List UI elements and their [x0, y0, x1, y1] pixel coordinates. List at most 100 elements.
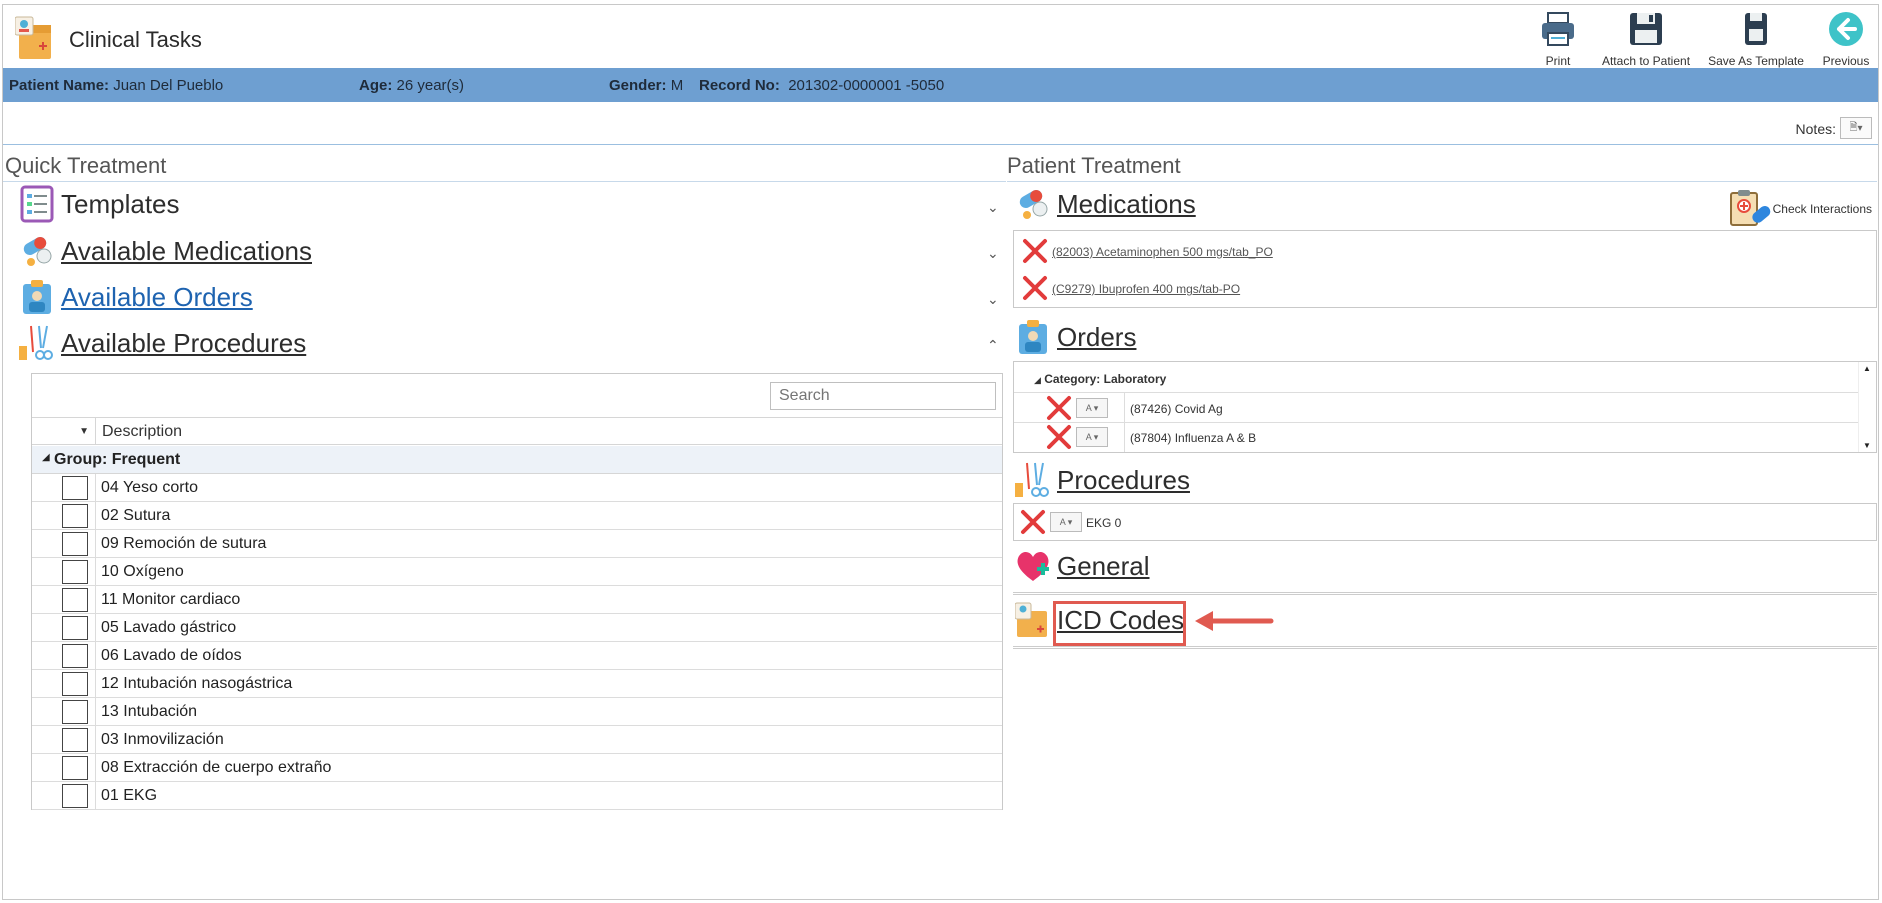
- table-row[interactable]: 12 Intubación nasogástrica: [32, 670, 1002, 698]
- notes-dropdown[interactable]: 🗎 ▾: [1840, 117, 1872, 139]
- templates-chevron-down-icon[interactable]: ⌄: [987, 199, 999, 216]
- procedures-chevron-up-icon[interactable]: ⌃: [987, 337, 999, 354]
- table-row[interactable]: 11 Monitor cardiaco: [32, 586, 1002, 614]
- row-description: 05 Lavado gástrico: [101, 619, 237, 636]
- templates-section[interactable]: Templates: [19, 185, 180, 223]
- order-divider: [1014, 392, 1858, 393]
- patient-treatment-title: Patient Treatment: [1007, 153, 1181, 178]
- patient-age: Age: 26 year(s): [359, 77, 464, 94]
- order-category-label: Category: Laboratory: [1044, 372, 1167, 386]
- patient-gender-value: M: [670, 77, 684, 94]
- delete-x-icon[interactable]: [1020, 509, 1046, 535]
- template-disk-icon: [1745, 13, 1767, 45]
- row-checkbox[interactable]: [62, 672, 88, 696]
- medications-list: (82003) Acetaminophen 500 mgs/tab_PO (C9…: [1013, 230, 1877, 308]
- print-label: Print: [1545, 54, 1571, 68]
- delete-x-icon[interactable]: [1022, 238, 1048, 264]
- available-orders-label: Available Orders: [61, 281, 253, 312]
- medication-link[interactable]: (82003) Acetaminophen 500 mgs/tab_PO: [1052, 245, 1273, 259]
- row-description: 13 Intubación: [101, 703, 198, 720]
- table-row[interactable]: 13 Intubación: [32, 698, 1002, 726]
- attach-label: Attach to Patient: [1601, 54, 1691, 68]
- row-checkbox[interactable]: [62, 756, 88, 780]
- patient-record: Record No: 201302-0000001 -5050: [699, 77, 944, 94]
- save-template-label: Save As Template: [1708, 54, 1804, 68]
- table-row[interactable]: 09 Remoción de sutura: [32, 530, 1002, 558]
- note-icon: 🗎: [1849, 121, 1858, 133]
- search-input[interactable]: [770, 382, 996, 410]
- patient-age-value: 26 year(s): [396, 77, 465, 94]
- procedure-item: EKG 0: [1086, 516, 1122, 530]
- medications-chevron-down-icon[interactable]: ⌄: [987, 245, 999, 262]
- note-dropdown[interactable]: A ▾: [1050, 512, 1082, 532]
- check-cell: [32, 558, 96, 585]
- icd-codes-icon: [1015, 602, 1047, 637]
- group-label: Group: Frequent: [54, 451, 181, 468]
- row-checkbox[interactable]: [62, 588, 88, 612]
- scroll-up-icon[interactable]: ▲: [1863, 364, 1871, 373]
- available-orders-section[interactable]: Available Orders: [19, 278, 253, 316]
- notes-label: Notes:: [1795, 121, 1836, 137]
- check-cell: [32, 698, 96, 725]
- left-divider: [3, 181, 1006, 182]
- row-checkbox[interactable]: [62, 784, 88, 808]
- previous-button[interactable]: Previous: [1818, 9, 1874, 68]
- table-row[interactable]: 02 Sutura: [32, 502, 1002, 530]
- medication-link[interactable]: (C9279) Ibuprofen 400 mgs/tab-PO: [1052, 282, 1240, 296]
- check-interactions-button[interactable]: Check Interactions: [1729, 189, 1872, 229]
- row-checkbox[interactable]: [62, 476, 88, 500]
- row-checkbox[interactable]: [62, 532, 88, 556]
- general-divider: [1013, 592, 1877, 595]
- procedures-section[interactable]: Procedures: [1015, 461, 1190, 499]
- orders-chevron-down-icon[interactable]: ⌄: [987, 291, 999, 308]
- row-checkbox[interactable]: [62, 504, 88, 528]
- delete-x-icon[interactable]: [1046, 424, 1072, 450]
- print-button[interactable]: Print: [1528, 9, 1588, 68]
- order-category[interactable]: ◢ Category: Laboratory: [1034, 372, 1166, 386]
- delete-x-icon[interactable]: [1022, 275, 1048, 301]
- surgical-tools-icon: [1015, 462, 1049, 497]
- general-section[interactable]: General: [1015, 547, 1150, 585]
- available-procedures-section[interactable]: Available Procedures: [19, 324, 306, 362]
- table-row[interactable]: 03 Inmovilización: [32, 726, 1002, 754]
- available-medications-section[interactable]: Available Medications: [19, 232, 312, 270]
- scroll-down-icon[interactable]: ▼: [1863, 441, 1871, 450]
- note-dropdown[interactable]: A ▾: [1076, 398, 1108, 418]
- note-dropdown[interactable]: A ▾: [1076, 427, 1108, 447]
- description-column-header[interactable]: Description: [102, 423, 182, 441]
- row-checkbox[interactable]: [62, 728, 88, 752]
- save-as-template-button[interactable]: Save As Template: [1704, 9, 1808, 68]
- check-cell: [32, 726, 96, 753]
- attach-to-patient-button[interactable]: Attach to Patient: [1598, 9, 1694, 68]
- table-row[interactable]: 04 Yeso corto: [32, 474, 1002, 502]
- row-description: 11 Monitor cardiaco: [101, 591, 241, 608]
- delete-x-icon[interactable]: [1046, 395, 1072, 421]
- row-checkbox[interactable]: [62, 700, 88, 724]
- general-label: General: [1057, 550, 1150, 581]
- previous-label: Previous: [1822, 54, 1870, 68]
- sort-column[interactable]: ▼: [32, 418, 96, 444]
- orders-section[interactable]: Orders: [1015, 318, 1136, 356]
- patient-info-bar: Patient Name: Juan Del Pueblo Age: 26 ye…: [3, 68, 1878, 102]
- medications-section[interactable]: Medications: [1015, 185, 1196, 223]
- row-checkbox[interactable]: [62, 616, 88, 640]
- procedures-grid: ▼ Description ◢ Group: Frequent 04 Yeso …: [31, 373, 1003, 810]
- check-cell: [32, 754, 96, 781]
- row-checkbox[interactable]: [62, 560, 88, 584]
- group-row[interactable]: ◢ Group: Frequent: [32, 446, 1002, 474]
- orders-scrollbar[interactable]: ▲ ▼: [1858, 362, 1876, 452]
- toolbar: Print Attach to Patient Save As Template: [1518, 9, 1874, 68]
- table-row[interactable]: 01 EKG: [32, 782, 1002, 810]
- table-row[interactable]: 08 Extracción de cuerpo extraño: [32, 754, 1002, 782]
- table-row[interactable]: 05 Lavado gástrico: [32, 614, 1002, 642]
- table-row[interactable]: 10 Oxígeno: [32, 558, 1002, 586]
- patient-gender-label: Gender:: [609, 77, 667, 94]
- printer-icon: [1542, 12, 1574, 46]
- row-description: 04 Yeso corto: [101, 479, 198, 496]
- check-interactions-label: Check Interactions: [1772, 202, 1872, 216]
- check-cell: [32, 586, 96, 613]
- table-row[interactable]: 06 Lavado de oídos: [32, 642, 1002, 670]
- row-checkbox[interactable]: [62, 644, 88, 668]
- templates-icon: [20, 185, 54, 223]
- clipboard-pill-icon: [1729, 190, 1770, 226]
